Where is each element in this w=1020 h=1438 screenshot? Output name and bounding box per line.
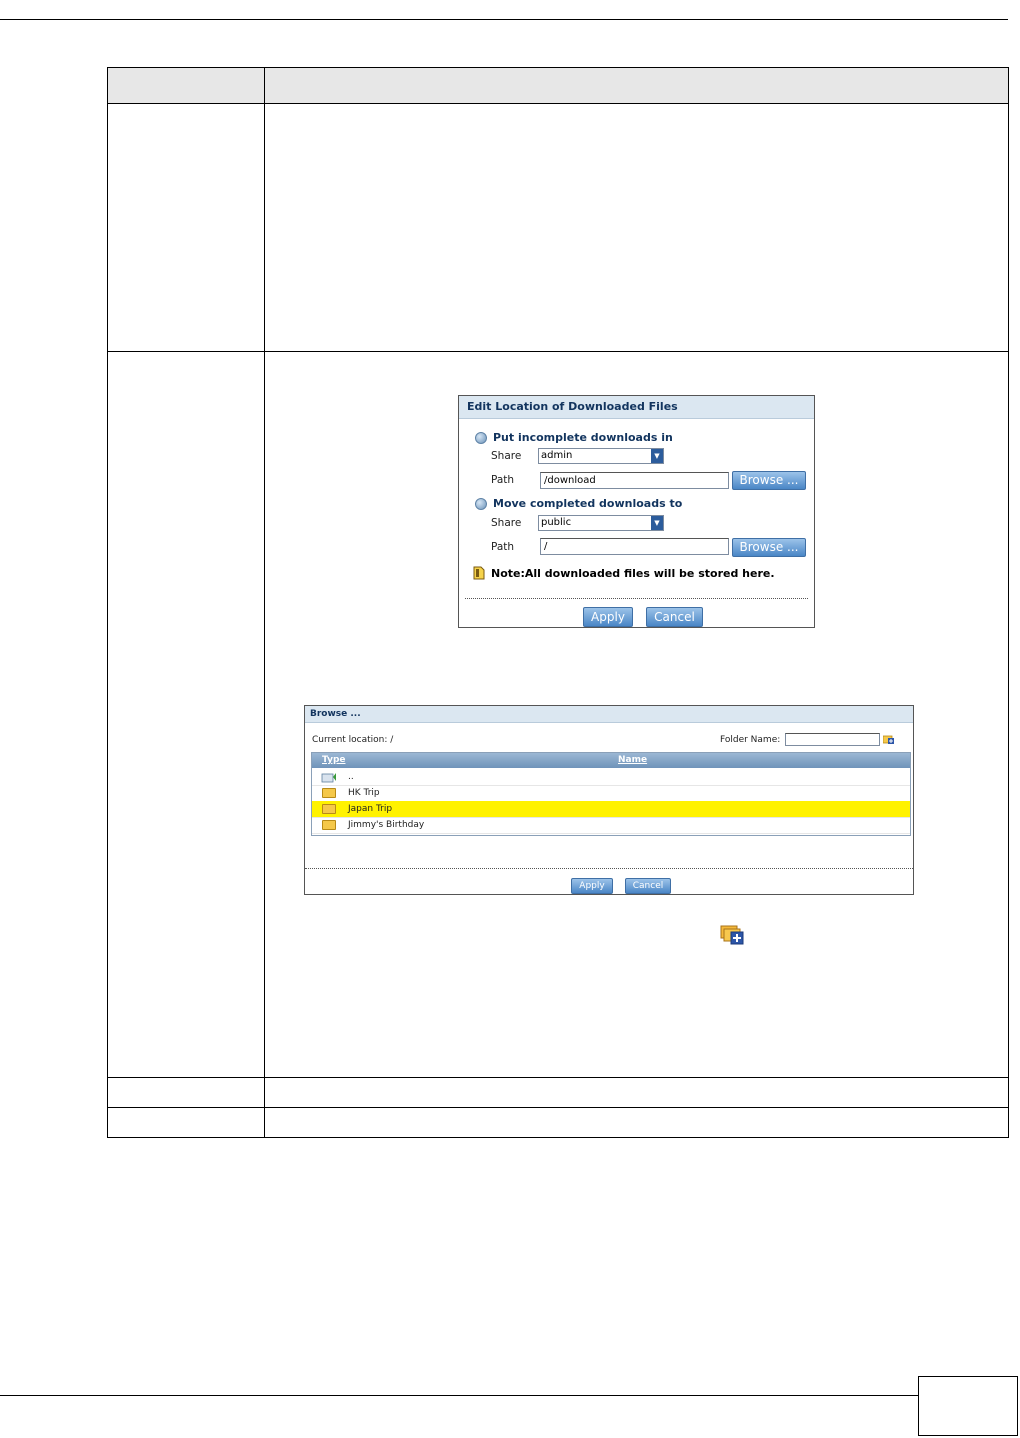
cancel-button[interactable]: Cancel [646, 607, 703, 627]
add-folder-icon[interactable] [883, 734, 895, 744]
table-row [108, 1108, 1008, 1137]
table-row [108, 1078, 1008, 1108]
browse-dialog: Browse ... Current location: / Folder Na… [304, 705, 914, 895]
dialog-separator [465, 598, 808, 599]
share-label: Share [491, 517, 522, 529]
name-column-header[interactable]: Name [618, 753, 647, 768]
note-text: Note:All downloaded files will be stored… [491, 566, 775, 580]
chevron-down-icon[interactable]: ▼ [651, 516, 663, 530]
folder-list: Type Name .. HK Trip Japan Trip Jimmy's … [311, 752, 911, 836]
add-folder-icon [720, 925, 744, 945]
incomplete-path-input[interactable]: /download [540, 472, 729, 489]
folder-icon [322, 788, 336, 798]
completed-share-select[interactable]: public ▼ [538, 515, 664, 531]
dialog-title: Edit Location of Downloaded Files [459, 396, 814, 419]
incomplete-downloads-option[interactable]: Put incomplete downloads in [475, 431, 673, 444]
table-header-row [108, 68, 1008, 104]
radio-icon[interactable] [475, 431, 487, 444]
completed-share-value: public [541, 517, 572, 528]
folder-name: HK Trip [348, 788, 380, 798]
list-item[interactable]: HK Trip [312, 785, 910, 802]
list-item[interactable]: Japan Trip [312, 801, 910, 818]
share-label: Share [491, 450, 522, 462]
dialog-title: Browse ... [305, 706, 913, 723]
apply-button[interactable]: Apply [571, 878, 613, 894]
browse-button[interactable]: Browse ... [732, 538, 806, 557]
path-label: Path [491, 474, 515, 486]
current-location: Current location: / [312, 735, 394, 745]
folder-name-input[interactable] [785, 733, 880, 746]
type-column-header[interactable]: Type [322, 753, 345, 768]
chevron-down-icon[interactable]: ▼ [651, 449, 663, 463]
note: Note:All downloaded files will be stored… [473, 566, 775, 580]
table-row [108, 104, 1008, 352]
folder-list-header: Type Name [312, 753, 910, 768]
completed-path-input[interactable]: / [540, 538, 729, 555]
cancel-button[interactable]: Cancel [625, 878, 671, 894]
note-icon [473, 566, 485, 580]
list-item[interactable]: .. [312, 769, 910, 786]
folder-icon [322, 804, 336, 814]
dialog-separator [305, 868, 913, 869]
completed-heading: Move completed downloads to [493, 497, 683, 510]
incomplete-share-select[interactable]: admin ▼ [538, 448, 664, 464]
folder-name-label: Folder Name: [720, 735, 781, 745]
folder-name: Jimmy's Birthday [348, 820, 425, 830]
apply-button[interactable]: Apply [583, 607, 633, 627]
completed-downloads-option[interactable]: Move completed downloads to [475, 497, 682, 510]
page-number-box [918, 1376, 1018, 1436]
radio-icon[interactable] [475, 497, 487, 510]
folder-name: .. [348, 772, 354, 782]
column-divider [264, 68, 265, 1137]
browse-button[interactable]: Browse ... [732, 471, 806, 490]
parent-folder-icon [321, 773, 336, 783]
folder-icon [322, 820, 336, 830]
list-item[interactable]: Jimmy's Birthday [312, 817, 910, 834]
incomplete-heading: Put incomplete downloads in [493, 431, 673, 444]
edit-location-dialog: Edit Location of Downloaded Files Put in… [458, 395, 815, 628]
header-rule [0, 19, 1008, 20]
incomplete-share-value: admin [541, 450, 573, 461]
path-label: Path [491, 541, 515, 553]
folder-name: Japan Trip [348, 804, 393, 814]
footer-rule [0, 1395, 918, 1396]
